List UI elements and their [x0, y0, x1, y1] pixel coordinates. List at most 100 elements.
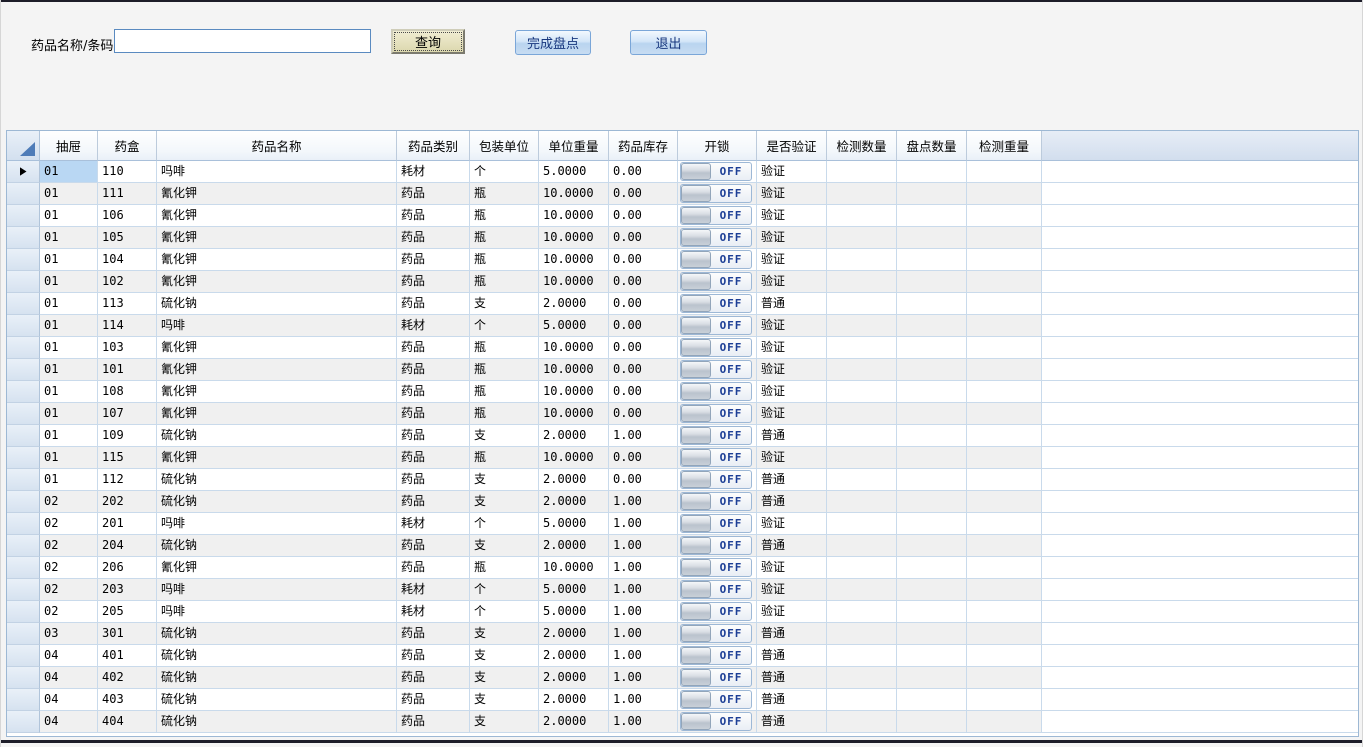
cell-category[interactable]: 药品: [397, 667, 470, 689]
cell-detect_qty[interactable]: [827, 161, 897, 183]
cell-lock[interactable]: OFF: [678, 227, 757, 249]
cell-box[interactable]: 108: [98, 381, 157, 403]
cell-name[interactable]: 硫化钠: [157, 711, 397, 733]
row-header[interactable]: [7, 183, 40, 205]
cell-detect_qty[interactable]: [827, 403, 897, 425]
cell-verify[interactable]: 普通: [757, 689, 827, 711]
row-header[interactable]: [7, 271, 40, 293]
cell-stock[interactable]: 0.00: [609, 381, 678, 403]
cell-category[interactable]: 药品: [397, 447, 470, 469]
cell-count_qty[interactable]: [897, 667, 967, 689]
cell-category[interactable]: 耗材: [397, 579, 470, 601]
lock-toggle[interactable]: OFF: [680, 250, 752, 269]
cell-unit[interactable]: 瓶: [470, 271, 539, 293]
lock-toggle[interactable]: OFF: [680, 184, 752, 203]
row-header[interactable]: [7, 403, 40, 425]
cell-unit_weight[interactable]: 5.0000: [539, 161, 609, 183]
lock-toggle[interactable]: OFF: [680, 294, 752, 313]
cell-drawer[interactable]: 01: [40, 293, 98, 315]
cell-lock[interactable]: OFF: [678, 689, 757, 711]
cell-unit[interactable]: 个: [470, 513, 539, 535]
cell-name[interactable]: 硫化钠: [157, 645, 397, 667]
cell-unit_weight[interactable]: 2.0000: [539, 645, 609, 667]
cell-count_qty[interactable]: [897, 425, 967, 447]
cell-lock[interactable]: OFF: [678, 249, 757, 271]
cell-unit[interactable]: 瓶: [470, 557, 539, 579]
cell-drawer[interactable]: 01: [40, 403, 98, 425]
cell-lock[interactable]: OFF: [678, 557, 757, 579]
cell-name[interactable]: 硫化钠: [157, 425, 397, 447]
cell-unit[interactable]: 个: [470, 601, 539, 623]
cell-unit[interactable]: 支: [470, 689, 539, 711]
lock-toggle[interactable]: OFF: [680, 470, 752, 489]
cell-name[interactable]: 氰化钾: [157, 359, 397, 381]
cell-drawer[interactable]: 01: [40, 205, 98, 227]
cell-lock[interactable]: OFF: [678, 623, 757, 645]
cell-unit[interactable]: 瓶: [470, 359, 539, 381]
cell-stock[interactable]: 0.00: [609, 183, 678, 205]
row-header[interactable]: [7, 535, 40, 557]
cell-category[interactable]: 药品: [397, 469, 470, 491]
column-header-detect-qty[interactable]: 检测数量: [827, 131, 897, 161]
lock-toggle[interactable]: OFF: [680, 492, 752, 511]
cell-detect_qty[interactable]: [827, 535, 897, 557]
cell-drawer[interactable]: 02: [40, 601, 98, 623]
cell-unit_weight[interactable]: 10.0000: [539, 557, 609, 579]
cell-name[interactable]: 吗啡: [157, 161, 397, 183]
cell-verify[interactable]: 验证: [757, 513, 827, 535]
cell-count_qty[interactable]: [897, 579, 967, 601]
cell-detect_qty[interactable]: [827, 183, 897, 205]
cell-detect_weight[interactable]: [967, 579, 1042, 601]
cell-drawer[interactable]: 02: [40, 579, 98, 601]
cell-verify[interactable]: 验证: [757, 381, 827, 403]
cell-drawer[interactable]: 04: [40, 711, 98, 733]
cell-detect_qty[interactable]: [827, 491, 897, 513]
lock-toggle[interactable]: OFF: [680, 404, 752, 423]
cell-drawer[interactable]: 01: [40, 183, 98, 205]
cell-stock[interactable]: 1.00: [609, 645, 678, 667]
column-header-count-qty[interactable]: 盘点数量: [897, 131, 967, 161]
row-header[interactable]: [7, 513, 40, 535]
cell-count_qty[interactable]: [897, 689, 967, 711]
cell-detect_qty[interactable]: [827, 381, 897, 403]
lock-toggle[interactable]: OFF: [680, 514, 752, 533]
lock-toggle[interactable]: OFF: [680, 206, 752, 225]
cell-count_qty[interactable]: [897, 271, 967, 293]
cell-lock[interactable]: OFF: [678, 293, 757, 315]
cell-detect_weight[interactable]: [967, 161, 1042, 183]
cell-verify[interactable]: 普通: [757, 623, 827, 645]
cell-unit[interactable]: 瓶: [470, 403, 539, 425]
cell-count_qty[interactable]: [897, 183, 967, 205]
cell-detect_weight[interactable]: [967, 491, 1042, 513]
cell-detect_weight[interactable]: [967, 425, 1042, 447]
cell-unit_weight[interactable]: 10.0000: [539, 205, 609, 227]
cell-lock[interactable]: OFF: [678, 711, 757, 733]
cell-detect_qty[interactable]: [827, 513, 897, 535]
cell-lock[interactable]: OFF: [678, 271, 757, 293]
cell-drawer[interactable]: 01: [40, 447, 98, 469]
cell-stock[interactable]: 0.00: [609, 271, 678, 293]
cell-box[interactable]: 110: [98, 161, 157, 183]
cell-category[interactable]: 药品: [397, 205, 470, 227]
cell-unit[interactable]: 支: [470, 535, 539, 557]
cell-category[interactable]: 药品: [397, 689, 470, 711]
cell-detect_qty[interactable]: [827, 689, 897, 711]
cell-count_qty[interactable]: [897, 491, 967, 513]
cell-stock[interactable]: 0.00: [609, 227, 678, 249]
cell-stock[interactable]: 1.00: [609, 557, 678, 579]
column-header-verify[interactable]: 是否验证: [757, 131, 827, 161]
cell-lock[interactable]: OFF: [678, 491, 757, 513]
cell-count_qty[interactable]: [897, 249, 967, 271]
cell-unit[interactable]: 个: [470, 315, 539, 337]
cell-verify[interactable]: 验证: [757, 447, 827, 469]
cell-detect_weight[interactable]: [967, 403, 1042, 425]
cell-unit_weight[interactable]: 10.0000: [539, 271, 609, 293]
cell-unit[interactable]: 支: [470, 425, 539, 447]
cell-box[interactable]: 101: [98, 359, 157, 381]
row-header[interactable]: [7, 161, 40, 183]
cell-detect_qty[interactable]: [827, 271, 897, 293]
cell-unit[interactable]: 支: [470, 469, 539, 491]
cell-name[interactable]: 氰化钾: [157, 271, 397, 293]
cell-detect_weight[interactable]: [967, 381, 1042, 403]
cell-box[interactable]: 103: [98, 337, 157, 359]
